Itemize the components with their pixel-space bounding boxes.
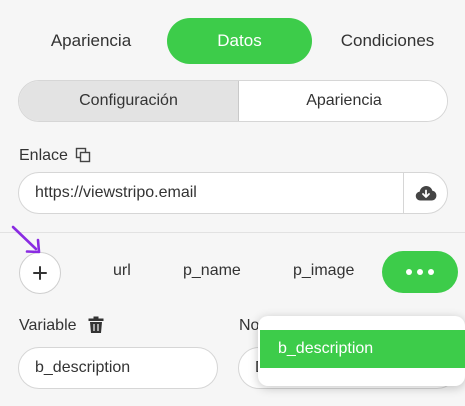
- copy-icon[interactable]: [75, 147, 91, 163]
- cloud-download-icon: [415, 186, 436, 201]
- variable-input[interactable]: [18, 347, 218, 389]
- top-tabs: Apariencia Datos Condiciones: [0, 18, 465, 64]
- link-input-group: [18, 172, 448, 214]
- field-tab-url[interactable]: url: [113, 262, 131, 280]
- link-label: Enlace: [19, 147, 68, 164]
- more-options-button[interactable]: [382, 251, 458, 293]
- segmented-control: Configuración Apariencia: [18, 80, 448, 122]
- plus-icon: [33, 266, 47, 280]
- name-label: No: [239, 317, 260, 334]
- field-tab-p-name[interactable]: p_name: [183, 262, 241, 280]
- tab-conditions[interactable]: Condiciones: [330, 18, 445, 64]
- link-input[interactable]: [19, 173, 405, 213]
- segment-configuration[interactable]: Configuración: [19, 81, 239, 121]
- cloud-download-button[interactable]: [403, 173, 447, 213]
- trash-icon[interactable]: [88, 316, 104, 334]
- variable-label: Variable: [19, 317, 77, 334]
- dropdown-option[interactable]: b_description: [260, 330, 465, 368]
- segment-appearance[interactable]: Apariencia: [239, 81, 447, 121]
- tab-data[interactable]: Datos: [167, 18, 312, 64]
- tab-appearance[interactable]: Apariencia: [40, 18, 142, 64]
- variable-dropdown: b_description: [258, 316, 465, 386]
- field-tab-p-image[interactable]: p_image: [293, 262, 354, 280]
- arrow-icon: [11, 225, 41, 254]
- divider: [0, 232, 465, 233]
- more-dots-icon: [406, 269, 412, 275]
